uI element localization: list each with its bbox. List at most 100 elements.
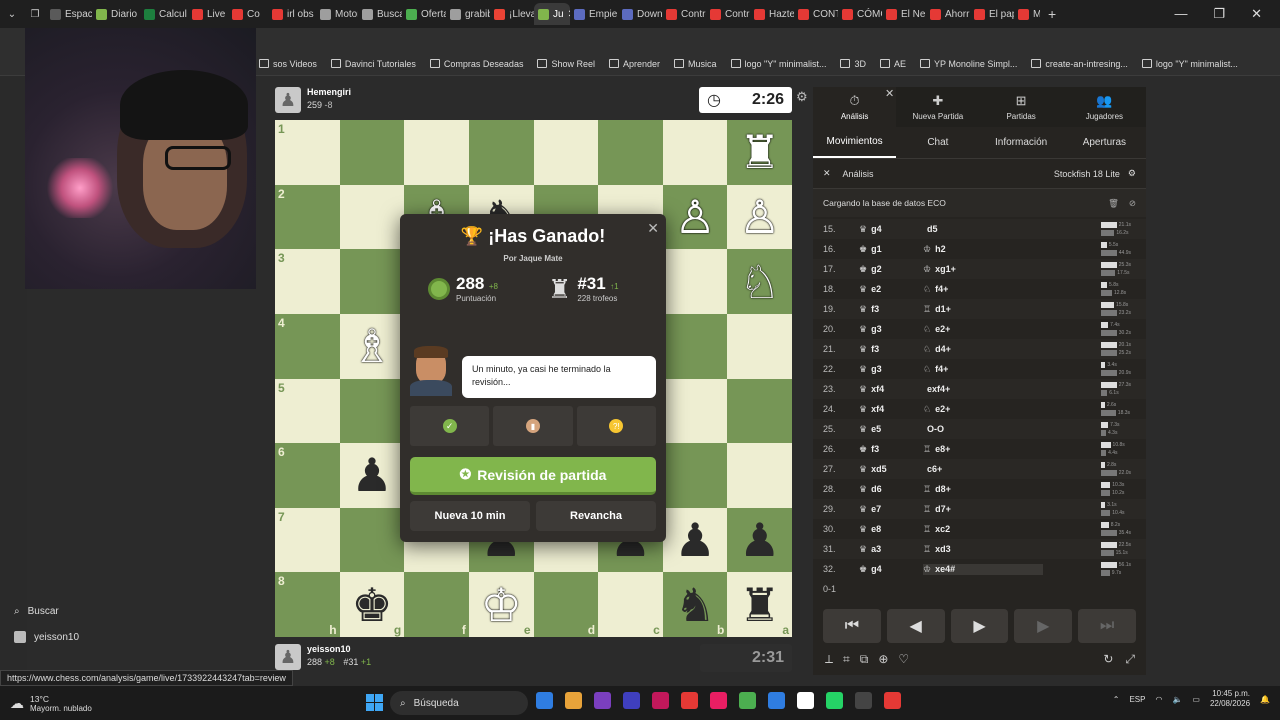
board-square[interactable] (662, 313, 728, 379)
browser-tab[interactable]: Hazte (750, 3, 794, 25)
browser-tab[interactable]: grabib (446, 3, 490, 25)
board-square[interactable] (727, 313, 792, 379)
block-icon[interactable]: ⊘ (1129, 198, 1136, 209)
chevron-up-icon[interactable]: ⌃ (1113, 695, 1120, 704)
chess-piece[interactable]: ♟ (674, 517, 715, 563)
taskbar-app-icon[interactable] (768, 692, 785, 709)
browser-tab[interactable]: Buscar (358, 3, 402, 25)
white-move[interactable]: ♚ g1 (859, 244, 923, 255)
bookmark-item[interactable]: AE (873, 59, 913, 69)
taskbar-app-icon[interactable] (594, 692, 611, 709)
board-square[interactable]: 1 (275, 120, 340, 185)
board-square[interactable]: 3 (275, 249, 340, 314)
share-icon[interactable]: ⟂ (825, 652, 833, 667)
speaker-icon[interactable]: 🔈 (1172, 695, 1182, 704)
bottom-player-name[interactable]: yeisson10 (307, 644, 371, 654)
browser-tab[interactable]: ¡Llevas (490, 3, 534, 25)
browser-tab[interactable]: Co (228, 3, 268, 25)
board-square[interactable]: ♟ (727, 507, 792, 573)
white-move[interactable]: ♛ e2 (859, 284, 923, 295)
book-icon[interactable]: ▮ (493, 406, 573, 446)
board-square[interactable]: ♙ (727, 184, 792, 250)
board-square[interactable] (598, 120, 663, 185)
browser-tab[interactable]: El pap (970, 3, 1014, 25)
bookmark-item[interactable]: Show Reel (530, 59, 602, 69)
chess-piece[interactable]: ♔ (481, 582, 522, 628)
browser-tab[interactable]: Live Te (188, 3, 228, 25)
close-window-button[interactable]: ✕ (1251, 6, 1262, 22)
browser-tab[interactable]: Motor (316, 3, 358, 25)
play-button[interactable]: ▶ (950, 609, 1009, 643)
board-square[interactable] (339, 184, 405, 250)
board-square[interactable]: b ♞ (662, 572, 728, 637)
taskbar-search[interactable]: ⌕ Búsqueda (390, 691, 528, 715)
trash-icon[interactable]: 🗑 (1108, 198, 1119, 209)
board-square[interactable]: 8h (275, 572, 340, 637)
board-square[interactable]: ♘ (727, 249, 792, 314)
chess-piece[interactable]: ♗ (351, 323, 392, 369)
board-square[interactable] (662, 443, 728, 508)
browser-tab[interactable]: Downl (618, 3, 662, 25)
black-move[interactable]: exf4+ (923, 384, 1043, 394)
gear-icon[interactable]: ⚙ (1128, 168, 1136, 179)
white-move[interactable]: ♛ f3 (859, 344, 923, 355)
left-user[interactable]: yeisson10 (14, 631, 79, 643)
browser-tab[interactable]: CÓMC (838, 3, 882, 25)
black-move[interactable]: ♖ d1+ (923, 304, 1043, 315)
board-square[interactable] (339, 249, 405, 314)
board-square[interactable]: f (404, 572, 469, 637)
white-move[interactable]: ♚ f3 (859, 444, 923, 455)
black-move[interactable]: ♖ d8+ (923, 484, 1043, 495)
new-game-button[interactable]: Nueva 10 min (410, 501, 530, 531)
heart-icon[interactable]: ♡ (898, 652, 909, 666)
next-move-button[interactable]: ▶ (1014, 609, 1073, 643)
taskbar-app-icon[interactable] (884, 692, 901, 709)
white-move[interactable]: ♛ xf4 (859, 404, 923, 415)
board-square[interactable]: 6 (275, 443, 340, 508)
taskbar-app-icon[interactable] (623, 692, 640, 709)
board-square[interactable]: 4 (275, 313, 340, 379)
board-square[interactable] (727, 378, 792, 444)
bookmark-item[interactable]: Aprender (602, 59, 667, 69)
browser-tab[interactable]: Oferta (402, 3, 446, 25)
board-square[interactable]: ♗ (339, 313, 405, 379)
notification-icon[interactable]: 🔔 (1260, 695, 1270, 704)
inaccuracy-icon[interactable]: ?! (576, 406, 656, 446)
browser-tab[interactable]: El Ner (882, 3, 926, 25)
browser-tab[interactable]: CONTI (794, 3, 838, 25)
board-square[interactable] (339, 507, 405, 573)
browser-tab[interactable]: irl obs (268, 3, 316, 25)
panel-tab[interactable]: ⊞ Partidas (980, 87, 1063, 127)
white-move[interactable]: ♛ xf4 (859, 384, 923, 395)
board-square[interactable]: ♜ (727, 120, 792, 185)
black-move[interactable]: ♖ xd3 (923, 544, 1043, 555)
bookmark-item[interactable]: create-an-intresing... (1024, 59, 1135, 69)
bookmark-item[interactable]: logo "Y" minimalist... (724, 59, 834, 69)
windows-start-icon[interactable] (366, 694, 383, 711)
board-square[interactable]: a ♜ (727, 572, 792, 637)
maximize-button[interactable]: ❐ (1213, 6, 1225, 22)
taskbar-app-icon[interactable] (797, 692, 814, 709)
first-move-button[interactable]: ⏮ (823, 609, 881, 643)
expand-icon[interactable]: ⤢ (1125, 652, 1135, 667)
black-move[interactable]: ♔ h2 (923, 244, 1043, 255)
panel-subtab[interactable]: Información (980, 127, 1063, 158)
black-move[interactable]: ♘ e2+ (923, 404, 1043, 415)
black-move[interactable]: ♖ d7+ (923, 504, 1043, 515)
board-square[interactable]: d (533, 572, 599, 637)
top-player-name[interactable]: Hemengiri (307, 87, 351, 97)
browser-tab[interactable]: Calcul (140, 3, 188, 25)
battery-icon[interactable]: ▭ (1192, 695, 1200, 704)
taskbar-app-icon[interactable] (826, 692, 843, 709)
board-square[interactable] (339, 378, 405, 444)
white-move[interactable]: ♛ xd5 (859, 464, 923, 475)
white-move[interactable]: ♚ g4 (859, 564, 923, 575)
taskbar-app-icon[interactable] (855, 692, 872, 709)
board-square[interactable] (404, 120, 469, 185)
bookmark-item[interactable]: Compras Deseadas (423, 59, 531, 69)
taskbar-app-icon[interactable] (739, 692, 756, 709)
minimize-button[interactable]: — (1174, 6, 1187, 22)
chess-piece[interactable]: ♙ (739, 194, 780, 240)
copy-icon[interactable]: ⌗ (843, 652, 850, 667)
white-move[interactable]: ♛ e8 (859, 524, 923, 535)
